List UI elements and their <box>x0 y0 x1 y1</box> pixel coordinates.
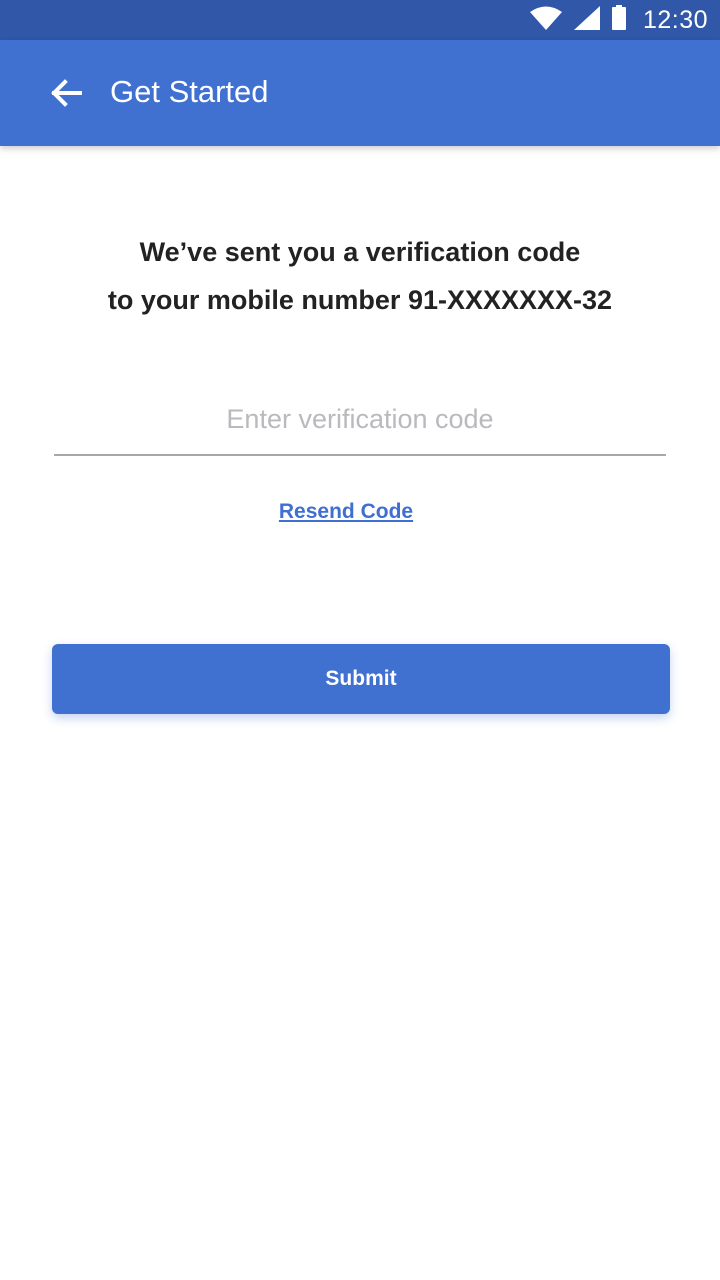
back-button[interactable] <box>44 73 88 117</box>
message-line-2: to your mobile number 91-XXXXXXX-32 <box>107 285 613 315</box>
app-bar: Get Started <box>0 40 720 146</box>
battery-icon <box>611 4 627 36</box>
status-bar: 12:30 <box>0 0 720 40</box>
verification-code-input[interactable] <box>54 384 666 456</box>
wifi-icon <box>529 5 563 36</box>
status-time: 12:30 <box>642 5 708 34</box>
status-icons: 12:30 <box>529 0 708 40</box>
verification-message: We’ve sent you a verification code to yo… <box>0 228 720 324</box>
resend-code-link[interactable]: Resend Code <box>0 500 692 524</box>
submit-button[interactable]: Submit <box>52 644 670 714</box>
page-title: Get Started <box>110 74 269 109</box>
arrow-back-icon <box>50 78 82 112</box>
signal-icon <box>573 5 601 36</box>
message-line-1: We’ve sent you a verification code <box>139 237 581 267</box>
